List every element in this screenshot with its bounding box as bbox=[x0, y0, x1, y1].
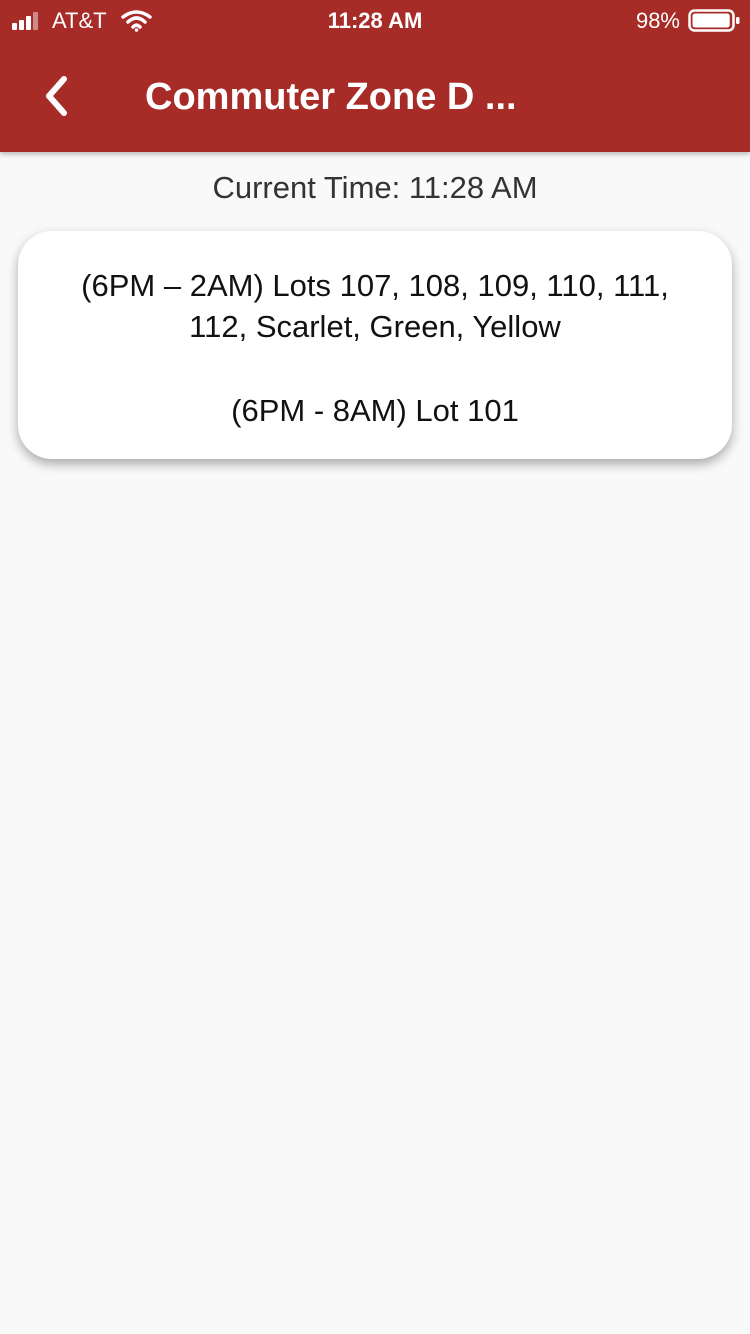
current-time-label: Current Time: 11:28 AM bbox=[212, 170, 538, 205]
access-line-2: 112, Scarlet, Green, Yellow bbox=[189, 309, 561, 344]
top-bar: AT&T 11:28 AM 98% Commuter Zone D ... bbox=[0, 0, 750, 152]
lot-access-card: (6PM – 2AM) Lots 107, 108, 109, 110, 111… bbox=[18, 231, 732, 459]
navigation-bar: Commuter Zone D ... bbox=[0, 40, 750, 152]
parking-zone-screen: AT&T 11:28 AM 98% Commuter Zone D ... Cu… bbox=[0, 0, 750, 1334]
access-line-1: (6PM – 2AM) Lots 107, 108, 109, 110, 111… bbox=[81, 268, 669, 303]
status-bar: AT&T 11:28 AM 98% bbox=[0, 0, 750, 40]
chevron-left-icon bbox=[46, 76, 67, 116]
battery-icon bbox=[688, 9, 740, 32]
page-title: Commuter Zone D ... bbox=[145, 76, 517, 118]
access-line-3: (6PM - 8AM) Lot 101 bbox=[231, 393, 519, 428]
back-button[interactable] bbox=[20, 58, 94, 134]
battery-percentage: 98% bbox=[635, 8, 680, 33]
